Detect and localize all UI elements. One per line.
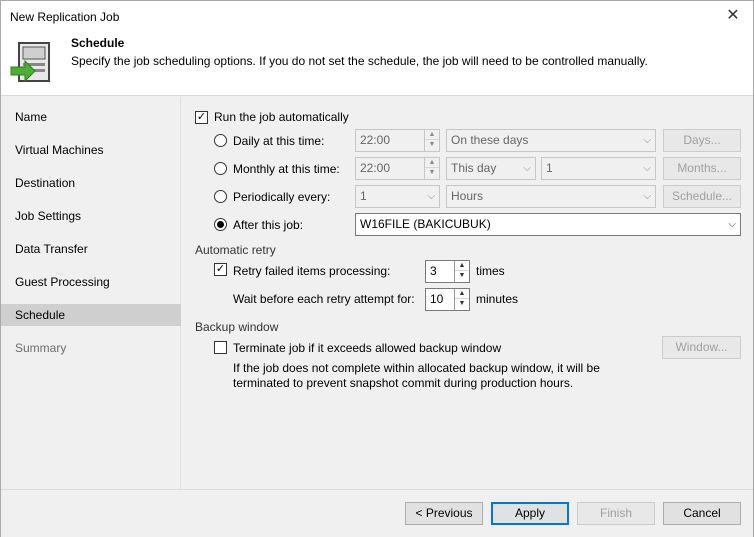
previous-button[interactable]: < Previous	[405, 502, 483, 525]
after-job-value: W16FILE (BAKICUBUK)	[360, 217, 491, 231]
daily-days-value: On these days	[451, 133, 529, 147]
down-arrow-icon[interactable]: ▼	[455, 271, 469, 281]
wait-minutes-stepper[interactable]: 10 ▲ ▼	[425, 288, 470, 311]
up-arrow-icon[interactable]: ▲	[455, 289, 469, 299]
down-arrow-icon[interactable]: ▼	[425, 168, 439, 178]
wizard-steps-sidebar: Name Virtual Machines Destination Job Se…	[1, 97, 181, 489]
terminate-job-checkbox[interactable]	[214, 341, 227, 354]
sidebar-item-schedule[interactable]: Schedule	[1, 304, 181, 326]
retry-checkbox[interactable]: ✓	[214, 263, 227, 276]
after-job-radio[interactable]	[214, 218, 227, 231]
months-button[interactable]: Months...	[663, 157, 741, 180]
backup-window-heading: Backup window	[195, 320, 279, 334]
wait-unit: minutes	[476, 292, 519, 306]
daily-time-spin[interactable]: ▲ ▼	[424, 130, 439, 151]
wizard-footer: < Previous Apply Finish Cancel	[1, 489, 753, 537]
monthly-time-stepper[interactable]: 22:00 ▲ ▼	[355, 157, 440, 180]
daily-radio[interactable]	[214, 134, 227, 147]
sidebar-item-guest-processing[interactable]: Guest Processing	[1, 271, 181, 293]
monthly-time-spin[interactable]: ▲ ▼	[424, 158, 439, 179]
automatic-retry-heading: Automatic retry	[195, 243, 276, 257]
down-arrow-icon[interactable]: ▼	[425, 140, 439, 150]
run-automatically-checkbox[interactable]: ✓	[195, 111, 208, 124]
sidebar-item-virtual-machines[interactable]: Virtual Machines	[1, 139, 181, 161]
periodic-unit-value: Hours	[451, 189, 484, 203]
chevron-down-icon: ⌵	[523, 163, 531, 174]
chevron-down-icon: ⌵	[643, 135, 651, 146]
window-title: New Replication Job	[10, 10, 120, 24]
retry-unit: times	[476, 264, 505, 278]
retry-count-value: 3	[430, 264, 437, 278]
monthly-day-select[interactable]: This day ⌵	[446, 157, 536, 180]
retry-label: Retry failed items processing:	[233, 264, 391, 278]
backup-window-note-line2: terminated to prevent snapshot commit du…	[233, 376, 574, 390]
step-description: Specify the job scheduling options. If y…	[71, 54, 648, 68]
schedule-content: ✓ Run the job automatically Daily at thi…	[182, 97, 753, 489]
title-bar: New Replication Job ✕	[1, 1, 753, 31]
daily-time-stepper[interactable]: 22:00 ▲ ▼	[355, 129, 440, 152]
periodically-radio[interactable]	[214, 190, 227, 203]
chevron-down-icon: ⌵	[643, 163, 651, 174]
periodic-value: 1	[360, 189, 367, 203]
sidebar-item-job-settings[interactable]: Job Settings	[1, 205, 181, 227]
sidebar-item-name[interactable]: Name	[1, 106, 181, 128]
daily-days-select[interactable]: On these days ⌵	[446, 129, 656, 152]
retry-count-stepper[interactable]: 3 ▲ ▼	[425, 260, 470, 283]
sidebar-item-summary: Summary	[15, 341, 67, 355]
up-arrow-icon[interactable]: ▲	[425, 158, 439, 168]
retry-count-spin[interactable]: ▲ ▼	[454, 261, 469, 282]
monthly-day-value: This day	[451, 161, 497, 175]
cancel-button[interactable]: Cancel	[663, 502, 741, 525]
monthly-number-value: 1	[546, 161, 553, 175]
wait-label: Wait before each retry attempt for:	[233, 292, 415, 306]
chevron-down-icon: ⌵	[643, 191, 651, 202]
monthly-radio[interactable]	[214, 162, 227, 175]
daily-time-value: 22:00	[360, 133, 391, 147]
wait-minutes-spin[interactable]: ▲ ▼	[454, 289, 469, 310]
replication-job-window: New Replication Job ✕ Schedule Specify t…	[0, 0, 754, 537]
terminate-job-label: Terminate job if it exceeds allowed back…	[233, 341, 502, 355]
after-job-label: After this job:	[233, 218, 304, 232]
wait-minutes-value: 10	[430, 292, 444, 306]
step-header: Schedule Specify the job scheduling opti…	[1, 31, 753, 96]
chevron-down-icon: ⌵	[427, 191, 435, 202]
finish-button[interactable]: Finish	[577, 502, 655, 525]
up-arrow-icon[interactable]: ▲	[455, 261, 469, 271]
periodically-label: Periodically every:	[233, 190, 331, 204]
down-arrow-icon[interactable]: ▼	[455, 299, 469, 309]
step-title: Schedule	[71, 36, 125, 50]
days-button[interactable]: Days...	[663, 129, 741, 152]
daily-label: Daily at this time:	[233, 134, 325, 148]
monthly-number-select[interactable]: 1 ⌵	[541, 157, 656, 180]
monthly-label: Monthly at this time:	[233, 162, 340, 176]
apply-button[interactable]: Apply	[491, 502, 569, 525]
up-arrow-icon[interactable]: ▲	[425, 130, 439, 140]
after-job-select[interactable]: W16FILE (BAKICUBUK) ⌵	[355, 213, 741, 236]
sidebar-item-data-transfer[interactable]: Data Transfer	[1, 238, 181, 260]
periodic-unit-select[interactable]: Hours ⌵	[446, 185, 656, 208]
window-button[interactable]: Window...	[662, 336, 741, 359]
close-icon[interactable]: ✕	[721, 4, 745, 28]
replication-server-icon	[10, 42, 50, 83]
monthly-time-value: 22:00	[360, 161, 391, 175]
chevron-down-icon: ⌵	[728, 219, 736, 230]
periodic-value-select[interactable]: 1 ⌵	[355, 185, 440, 208]
backup-window-note-line1: If the job does not complete within allo…	[233, 361, 600, 375]
sidebar-item-destination[interactable]: Destination	[1, 172, 181, 194]
schedule-button[interactable]: Schedule...	[663, 185, 741, 208]
run-automatically-label: Run the job automatically	[214, 110, 349, 124]
